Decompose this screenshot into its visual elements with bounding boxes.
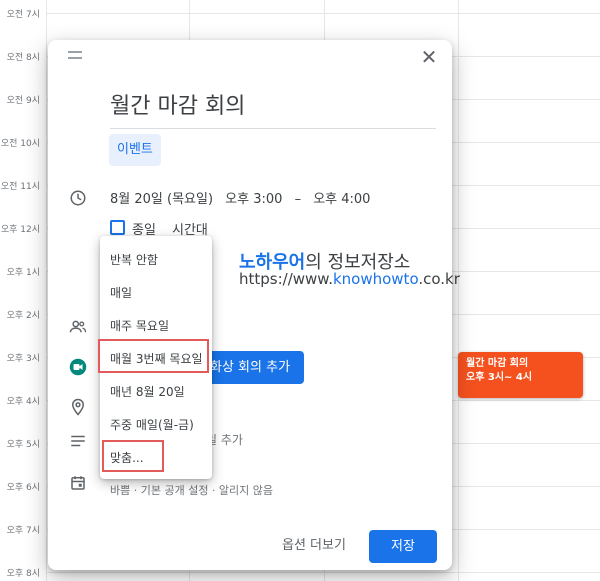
time-label: 오전 10시 <box>0 139 40 149</box>
location-pin-icon <box>71 398 85 416</box>
repeat-option-weekly[interactable]: 매주 목요일 <box>100 310 212 342</box>
grid-divider <box>458 0 459 581</box>
people-icon <box>69 320 87 333</box>
end-time-selector[interactable]: 오후 4:00 <box>313 192 370 207</box>
watermark-url-prefix: https://www. <box>239 270 333 288</box>
event-datetime: 8월 20일 (목요일) 오후 3:00 – 오후 4:00 <box>110 188 378 207</box>
time-label: 오후 3시 <box>6 354 40 364</box>
repeat-option-yearly[interactable]: 매년 8월 20일 <box>100 376 212 408</box>
clock-icon <box>70 190 86 206</box>
time-label: 오후 4시 <box>6 397 40 407</box>
time-label: 오후 8시 <box>6 569 40 579</box>
drag-handle-icon[interactable] <box>68 51 82 59</box>
event-type-tab[interactable]: 이벤트 <box>109 134 161 166</box>
watermark-url: https://www.knowhowto.co.kr <box>239 270 460 288</box>
all-day-checkbox[interactable] <box>110 220 125 235</box>
calendar-event-block[interactable]: 월간 마감 회의 오후 3시~ 4시 <box>458 352 583 398</box>
time-label: 오전 9시 <box>6 96 40 106</box>
start-time-selector[interactable]: 오후 3:00 <box>225 192 282 207</box>
calendar-status-text[interactable]: 바쁨 · 기본 공개 설정 · 알리지 않음 <box>110 482 273 498</box>
watermark-url-highlight: knowhowto <box>332 270 419 288</box>
date-selector[interactable]: 8월 20일 (목요일) <box>110 192 213 207</box>
time-label: 오전 11시 <box>0 182 40 192</box>
add-video-conference-button[interactable]: 화상 회의 추가 <box>204 351 304 384</box>
time-label: 오전 8시 <box>6 53 40 63</box>
watermark-url-suffix: .co.kr <box>418 270 460 288</box>
time-label: 오후 7시 <box>6 526 40 536</box>
time-dash: – <box>294 192 302 207</box>
repeat-option-daily[interactable]: 매일 <box>100 277 212 309</box>
time-label: 오후 6시 <box>6 483 40 493</box>
time-label: 오후 5시 <box>6 440 40 450</box>
save-button[interactable]: 저장 <box>369 530 437 563</box>
event-block-title: 월간 마감 회의 <box>466 358 529 369</box>
event-block-time: 오후 3시~ 4시 <box>466 372 533 383</box>
grid-line <box>46 572 600 573</box>
repeat-option-weekdays[interactable]: 주중 매일(월-금) <box>100 409 212 441</box>
highlight-box-custom <box>102 440 164 472</box>
grid-divider <box>46 0 47 581</box>
time-label: 오후 2시 <box>6 311 40 321</box>
highlight-box-monthly <box>98 339 209 373</box>
event-title-input[interactable]: 월간 마감 회의 <box>110 88 436 129</box>
time-label: 오후 1시 <box>6 268 40 278</box>
more-options-button[interactable]: 옵션 더보기 <box>282 530 346 562</box>
video-meet-icon <box>69 358 87 376</box>
description-icon <box>71 435 85 447</box>
repeat-option-none[interactable]: 반복 안함 <box>100 244 212 276</box>
grid-line <box>46 13 600 14</box>
time-label: 오후 12시 <box>0 225 40 235</box>
time-label: 오전 7시 <box>6 10 40 20</box>
close-icon[interactable]: ✕ <box>418 46 440 68</box>
calendar-icon <box>71 476 85 490</box>
